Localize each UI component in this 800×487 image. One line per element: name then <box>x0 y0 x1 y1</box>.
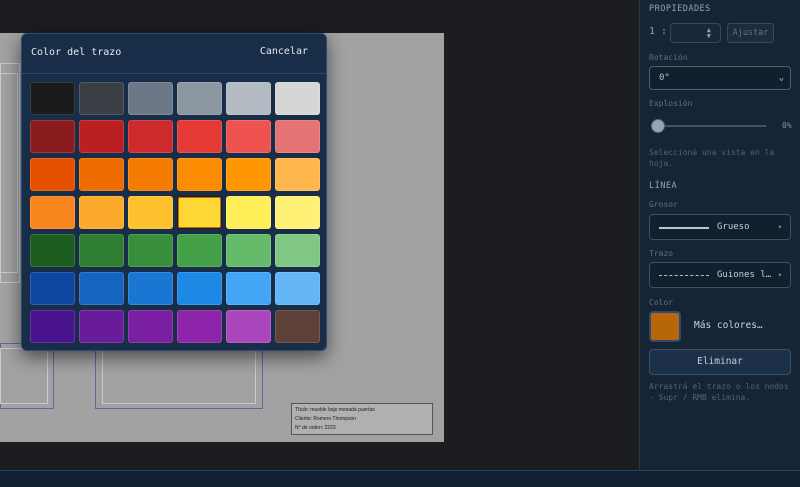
title-block-order: N° de orden: 2223 <box>295 425 336 431</box>
color-swatch[interactable] <box>275 82 320 115</box>
explosion-slider-track[interactable] <box>657 125 766 127</box>
color-swatch[interactable] <box>226 158 271 191</box>
title-block-client: Cliente: Romero Thompson <box>295 416 357 422</box>
dialog-title: Color del trazo <box>31 47 122 58</box>
color-swatch[interactable] <box>226 272 271 305</box>
color-swatch[interactable] <box>177 310 222 343</box>
color-swatch[interactable] <box>177 234 222 267</box>
color-swatch[interactable] <box>128 196 173 229</box>
chevron-down-icon: ▾ <box>777 223 782 231</box>
color-swatch[interactable] <box>30 310 75 343</box>
color-swatch[interactable] <box>30 158 75 191</box>
color-swatch[interactable] <box>177 158 222 191</box>
select-view-hint: Seleccioná una vista en la hoja. <box>649 148 775 168</box>
dashed-line-icon <box>659 275 709 276</box>
stroke-label: Trazo <box>649 249 674 258</box>
adjust-button[interactable]: Ajustar <box>727 23 774 43</box>
chevron-down-icon: ▾ <box>777 271 782 279</box>
explosion-label: Explosión <box>649 99 693 108</box>
color-swatch[interactable] <box>128 272 173 305</box>
stroke-dropdown[interactable]: Guiones l… ▾ <box>649 262 791 288</box>
color-swatch-grid <box>30 82 320 343</box>
drawing-line[interactable] <box>102 348 256 404</box>
color-swatch[interactable] <box>79 272 124 305</box>
color-swatch[interactable] <box>177 82 222 115</box>
rotation-label: Rotación <box>649 53 688 62</box>
color-swatch[interactable] <box>275 196 320 229</box>
color-swatch[interactable] <box>30 196 75 229</box>
color-swatch[interactable] <box>128 158 173 191</box>
thickness-label: Grosor <box>649 200 678 209</box>
rotation-value: 0° <box>659 73 670 83</box>
drawing-line[interactable] <box>0 73 18 273</box>
color-swatch[interactable] <box>79 158 124 191</box>
color-swatch[interactable] <box>177 196 222 229</box>
color-swatch[interactable] <box>30 272 75 305</box>
solid-line-icon <box>659 227 709 229</box>
color-swatch[interactable] <box>79 120 124 153</box>
color-swatch[interactable] <box>275 310 320 343</box>
dialog-divider <box>22 73 326 74</box>
scale-prefix: 1 : <box>649 26 668 37</box>
thickness-value: Grueso <box>717 222 750 232</box>
current-color-swatch[interactable] <box>649 311 681 342</box>
explosion-value: 0% <box>782 121 792 130</box>
delete-button[interactable]: Eliminar <box>649 349 791 375</box>
thickness-dropdown[interactable]: Grueso ▾ <box>649 214 791 240</box>
section-line: LÍNEA <box>649 181 678 191</box>
scale-input[interactable]: ▲ ▼ <box>670 23 721 43</box>
color-swatch[interactable] <box>79 234 124 267</box>
color-swatch[interactable] <box>79 196 124 229</box>
status-bar <box>0 470 800 487</box>
section-properties: PROPIEDADES <box>649 4 711 14</box>
title-block: Título: mueble bajo mesada puertas Clien… <box>291 403 433 435</box>
stroke-value: Guiones l… <box>717 270 772 280</box>
chevron-down-icon: ⌄ <box>778 73 784 83</box>
color-swatch[interactable] <box>128 82 173 115</box>
explosion-slider-handle[interactable] <box>651 119 665 133</box>
color-swatch[interactable] <box>128 234 173 267</box>
color-swatch[interactable] <box>177 120 222 153</box>
color-swatch[interactable] <box>30 82 75 115</box>
color-swatch[interactable] <box>30 234 75 267</box>
stroke-color-dialog: Color del trazo Cancelar <box>21 33 327 351</box>
properties-panel: PROPIEDADES 1 : ▲ ▼ Ajustar Rotación 0° ⌄… <box>639 0 800 470</box>
rotation-select[interactable]: 0° ⌄ <box>649 66 791 90</box>
color-swatch[interactable] <box>275 272 320 305</box>
color-swatch[interactable] <box>128 310 173 343</box>
spinner-icon[interactable]: ▲ ▼ <box>707 27 711 40</box>
color-swatch[interactable] <box>226 234 271 267</box>
color-swatch[interactable] <box>30 120 75 153</box>
color-swatch[interactable] <box>226 82 271 115</box>
color-swatch[interactable] <box>79 82 124 115</box>
color-swatch[interactable] <box>275 120 320 153</box>
title-block-title: Título: mueble bajo mesada puertas <box>295 407 375 413</box>
color-swatch[interactable] <box>226 120 271 153</box>
color-swatch[interactable] <box>226 310 271 343</box>
drag-hint: Arrastrá el trazo o los nodos · Supr / R… <box>649 382 789 402</box>
color-swatch[interactable] <box>79 310 124 343</box>
color-swatch[interactable] <box>275 158 320 191</box>
color-swatch[interactable] <box>226 196 271 229</box>
color-swatch[interactable] <box>177 272 222 305</box>
color-swatch[interactable] <box>128 120 173 153</box>
cancel-button[interactable]: Cancelar <box>260 46 308 57</box>
drawing-line[interactable] <box>0 348 48 404</box>
color-swatch[interactable] <box>275 234 320 267</box>
more-colors-link[interactable]: Más colores… <box>694 320 763 331</box>
color-label: Color <box>649 298 674 307</box>
